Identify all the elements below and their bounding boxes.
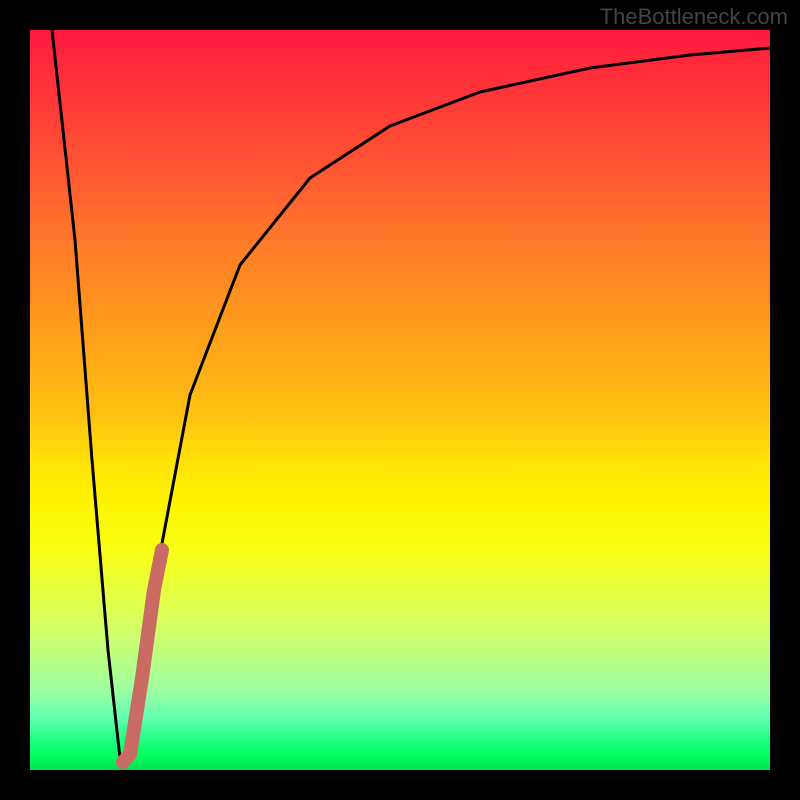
main-curve-path [52, 30, 770, 765]
highlight-segment-path [123, 550, 162, 762]
plot-area [30, 30, 770, 770]
chart-svg [30, 30, 770, 770]
watermark-text: TheBottleneck.com [600, 4, 788, 30]
